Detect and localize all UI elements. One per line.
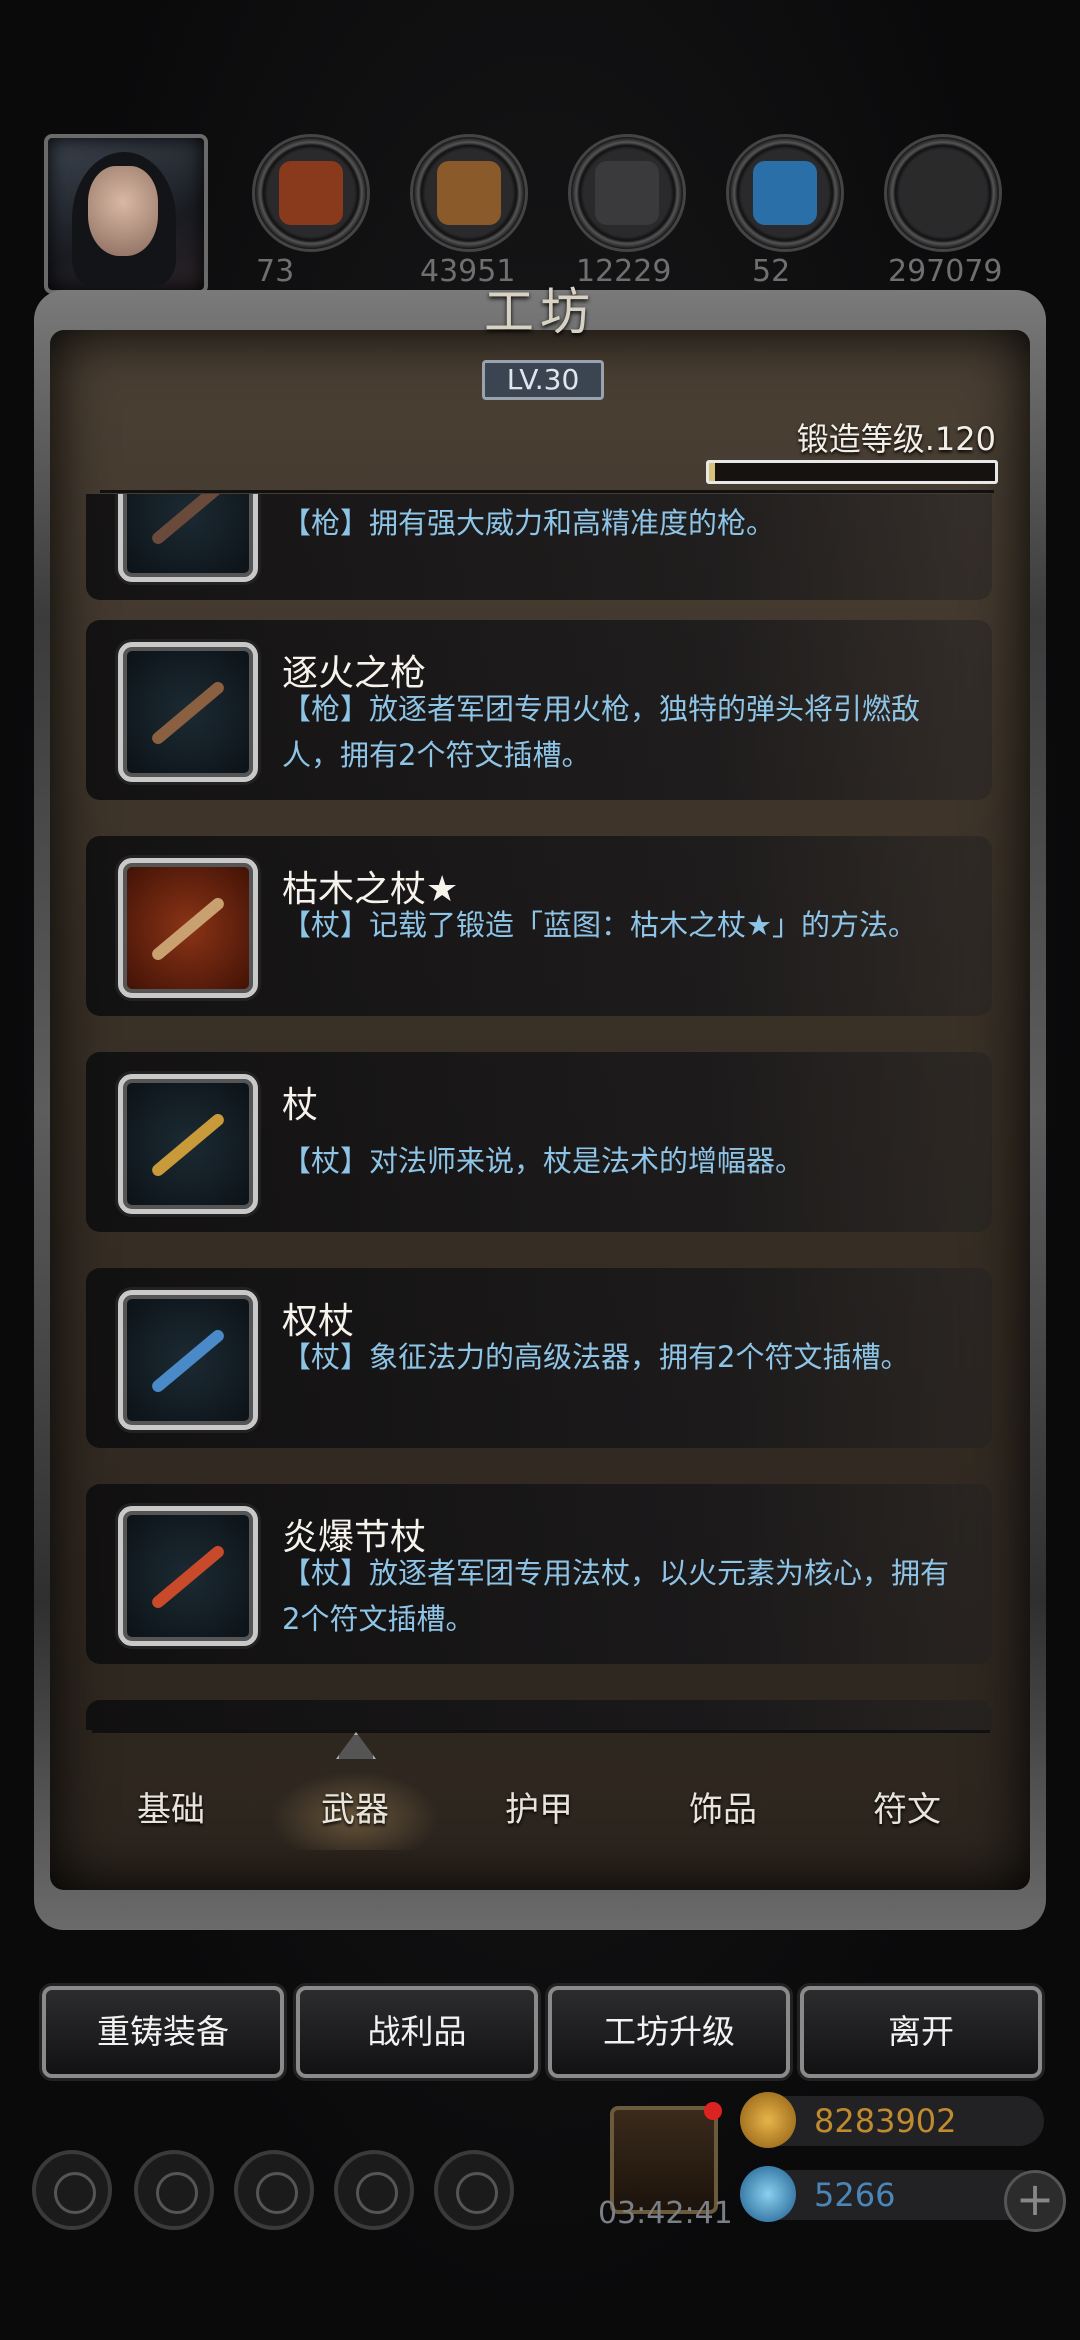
player-avatar[interactable]	[44, 134, 208, 294]
upgrade-workshop-button[interactable]: 工坊升级	[548, 1986, 790, 2078]
mail-icon[interactable]	[334, 2150, 414, 2230]
resource-wood[interactable]	[410, 134, 528, 252]
list-item[interactable]: 逐火之枪 【枪】放逐者军团专用火枪，独特的弹头将引燃敌人，拥有2个符文插槽。	[86, 620, 992, 800]
gun-icon	[149, 494, 227, 547]
category-tabs: 基础 武器 护甲 饰品 符文	[86, 1750, 992, 1870]
item-desc: 【杖】对法师来说，杖是法术的增幅器。	[282, 1144, 805, 1178]
list-item[interactable]: 枯木之杖★ 【杖】记载了锻造「蓝图：枯木之杖★」的方法。	[86, 836, 992, 1016]
list-item[interactable]: 【枪】拥有强大威力和高精准度的枪。	[86, 494, 992, 600]
gem-value: 5266	[814, 2176, 896, 2214]
avatar-face	[88, 166, 158, 256]
list-bottom-divider	[92, 1730, 990, 1733]
item-slot	[118, 1506, 258, 1646]
tab-runes[interactable]: 符文	[822, 1770, 992, 1850]
staff-icon	[149, 1111, 227, 1179]
forge-level-label: 锻造等级.120	[796, 420, 996, 458]
achievement-icon[interactable]	[134, 2150, 214, 2230]
resource-crystal[interactable]	[726, 134, 844, 252]
wood-icon	[437, 161, 501, 225]
add-currency-button[interactable]: +	[1004, 2170, 1066, 2232]
blueprint-staff-icon	[149, 895, 227, 963]
item-slot	[118, 642, 258, 782]
iron-icon	[595, 161, 659, 225]
item-desc: 【杖】记载了锻造「蓝图：枯木之杖★」的方法。	[282, 908, 917, 942]
list-top-divider	[100, 490, 994, 493]
item-desc: 【杖】象征法力的高级法器，拥有2个符文插槽。	[282, 1340, 910, 1374]
tab-weapons[interactable]: 武器	[270, 1770, 440, 1850]
item-desc: 【枪】放逐者军团专用火枪，独特的弹头将引燃敌人，拥有2个符文插槽。	[282, 692, 921, 772]
resource-meat[interactable]	[252, 134, 370, 252]
stone-icon	[911, 161, 975, 225]
forge-progress-fill	[709, 463, 715, 481]
crystal-icon	[753, 161, 817, 225]
gold-counter: 8283902	[740, 2092, 1044, 2148]
notification-dot	[704, 2102, 722, 2120]
resource-stone-value: 297079	[888, 254, 1003, 289]
item-slot	[118, 858, 258, 998]
gift-timer: 03:42:41	[598, 2196, 733, 2231]
map-icon[interactable]	[434, 2150, 514, 2230]
tab-accessories[interactable]: 饰品	[638, 1770, 808, 1850]
meat-icon	[279, 161, 343, 225]
resource-meat-value: 73	[256, 254, 295, 289]
tab-armor[interactable]: 护甲	[454, 1770, 624, 1850]
loot-button[interactable]: 战利品	[296, 1986, 538, 2078]
item-desc: 【枪】拥有强大威力和高精准度的枪。	[282, 506, 776, 540]
tab-basic[interactable]: 基础	[86, 1770, 256, 1850]
item-name: 杖	[282, 1085, 319, 1126]
scepter-icon	[149, 1327, 227, 1395]
gem-counter: 5266	[740, 2166, 1044, 2222]
panel-title: 工坊	[484, 283, 596, 341]
resource-stone[interactable]	[884, 134, 1002, 252]
resource-iron[interactable]	[568, 134, 686, 252]
settings-icon[interactable]	[32, 2150, 112, 2230]
list-item[interactable]: 炎爆节杖 【杖】放逐者军团专用法杖，以火元素为核心，拥有2个符文插槽。	[86, 1484, 992, 1664]
reforge-button[interactable]: 重铸装备	[42, 1986, 284, 2078]
guild-icon[interactable]	[234, 2150, 314, 2230]
list-item[interactable]	[86, 1700, 992, 1730]
gold-value: 8283902	[814, 2102, 957, 2140]
list-item[interactable]: 权杖 【杖】象征法力的高级法器，拥有2个符文插槽。	[86, 1268, 992, 1448]
leave-button[interactable]: 离开	[800, 1986, 1042, 2078]
list-item[interactable]: 杖 【杖】对法师来说，杖是法术的增幅器。	[86, 1052, 992, 1232]
item-slot	[118, 1074, 258, 1214]
level-badge: LV.30	[482, 360, 604, 400]
gem-icon	[740, 2166, 796, 2222]
rifle-icon	[149, 679, 227, 747]
item-slot	[118, 494, 258, 582]
item-slot	[118, 1290, 258, 1430]
recipe-list[interactable]: 【枪】拥有强大威力和高精准度的枪。 逐火之枪 【枪】放逐者军团专用火枪，独特的弹…	[86, 494, 992, 1730]
item-desc: 【杖】放逐者军团专用法杖，以火元素为核心，拥有2个符文插槽。	[282, 1556, 950, 1636]
forge-progress-bar	[706, 460, 998, 484]
resource-crystal-value: 52	[752, 254, 791, 289]
flame-staff-icon	[149, 1543, 227, 1611]
gold-coin-icon	[740, 2092, 796, 2148]
